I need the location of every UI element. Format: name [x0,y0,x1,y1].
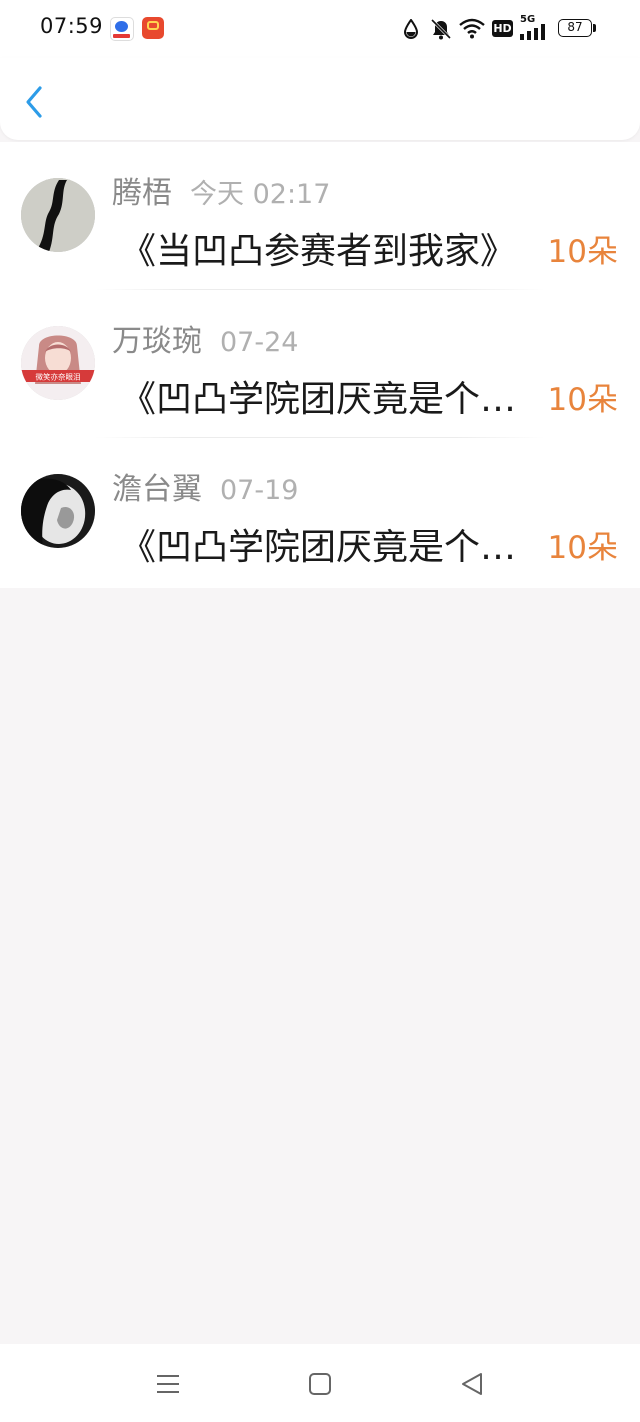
work-title[interactable]: 《凹凸学院团厌竟是个… [120,370,530,422]
avatar-badge-text: 微笑亦奈眼泪 [36,372,81,382]
battery-cap [593,24,596,32]
send-time: 今天 02:17 [190,179,331,210]
list-item[interactable]: 澹台翼 07-19 《凹凸学院团厌竟是个… 10朵 [0,438,640,588]
baidu-app-icon [110,17,134,41]
battery-level: 87 [567,20,583,34]
sender-name: 腾梧 今天 02:17 [112,168,330,212]
flower-count: 10朵 [547,530,618,566]
back-nav-icon[interactable] [458,1370,486,1398]
work-title[interactable]: 《当凹凸参赛者到我家》 [120,222,530,274]
data-saver-icon [403,19,419,39]
home-icon[interactable] [306,1370,334,1398]
sender-name: 澹台翼 07-19 [112,464,298,508]
flower-count: 10朵 [547,234,618,270]
avatar-image [21,474,95,548]
battery-icon: 87 [558,19,592,37]
avatar[interactable] [21,474,95,548]
send-time: 07-24 [220,327,299,358]
avatar-image [21,178,95,252]
sender-name-text: 万琰琬 [112,324,202,359]
list-item[interactable]: 微笑亦奈眼泪 万琰琬 07-24 《凹凸学院团厌竟是个… 10朵 [0,290,640,438]
hd-label: HD [493,22,512,35]
sender-name-text: 澹台翼 [112,472,202,507]
cell-signal-icon [520,24,545,40]
avatar[interactable] [21,178,95,252]
flower-count: 10朵 [547,382,618,418]
system-nav-bar [0,1344,640,1422]
chevron-left-icon [26,86,42,118]
menu-icon[interactable] [154,1370,182,1398]
send-time: 07-19 [220,475,299,506]
avatar[interactable]: 微笑亦奈眼泪 [21,326,95,400]
status-time: 07:59 [40,14,104,38]
work-title[interactable]: 《凹凸学院团厌竟是个… [120,518,530,570]
gift-record-list: 腾梧 今天 02:17 《当凹凸参赛者到我家》 10朵 微笑亦奈眼泪 万琰琬 07-… [0,142,640,588]
status-bar: 07:59 HD 5G 87 [0,0,640,58]
back-button[interactable] [14,80,54,124]
list-item[interactable]: 腾梧 今天 02:17 《当凹凸参赛者到我家》 10朵 [0,142,640,290]
avatar-image: 微笑亦奈眼泪 [21,326,95,400]
wifi-icon [459,18,485,39]
hd-badge: HD [492,20,513,37]
mute-bell-icon [430,18,452,40]
sender-name-text: 腾梧 [112,176,172,211]
sender-name: 万琰琬 07-24 [112,316,298,360]
notification-app-icon [142,17,164,39]
header-bar [0,58,640,140]
